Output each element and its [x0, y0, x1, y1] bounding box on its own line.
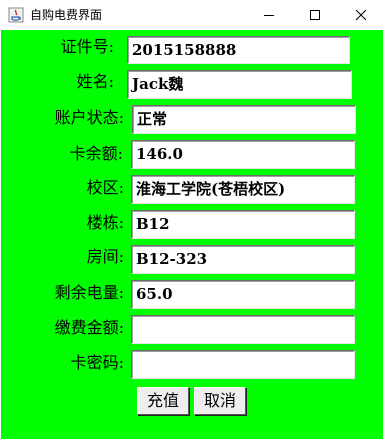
maximize-icon — [310, 10, 320, 20]
maximize-button[interactable] — [292, 0, 338, 30]
app-window: 自购电费界面 证件号: 2015158888 姓名: Jack魏 账户状态: 正… — [0, 0, 384, 440]
building-field[interactable]: B12 — [131, 210, 355, 239]
account-status-label: 账户状态: — [54, 108, 124, 127]
campus-label: 校区: — [86, 178, 124, 197]
payment-amount-input[interactable] — [131, 315, 355, 344]
room-field[interactable]: B12-323 — [131, 245, 355, 274]
window-title: 自购电费界面 — [30, 8, 103, 22]
payment-amount-label: 缴费金额: — [54, 318, 124, 337]
id-number-label: 证件号: — [60, 37, 114, 56]
room-label: 房间: — [86, 247, 124, 266]
close-icon — [355, 9, 367, 21]
cancel-button[interactable]: 取消 — [194, 387, 246, 415]
card-password-input[interactable] — [131, 350, 355, 379]
recharge-button[interactable]: 充值 — [137, 387, 189, 415]
building-label: 楼栋: — [86, 213, 124, 232]
form-panel: 证件号: 2015158888 姓名: Jack魏 账户状态: 正常 卡余额: … — [1, 30, 383, 439]
name-label: 姓名: — [76, 72, 114, 91]
id-number-field[interactable]: 2015158888 — [127, 36, 350, 64]
remaining-power-label: 剩余电量: — [54, 283, 124, 302]
java-app-icon — [8, 7, 24, 23]
campus-field[interactable]: 淮海工学院(苍梧校区) — [131, 175, 355, 204]
card-password-label: 卡密码: — [70, 353, 124, 372]
remaining-power-field[interactable]: 65.0 — [131, 280, 355, 309]
account-status-field[interactable]: 正常 — [132, 105, 356, 134]
close-button[interactable] — [338, 0, 384, 30]
minimize-icon — [264, 15, 274, 16]
minimize-button[interactable] — [246, 0, 292, 30]
card-balance-field[interactable]: 146.0 — [131, 140, 355, 169]
title-bar[interactable]: 自购电费界面 — [0, 0, 384, 30]
name-field[interactable]: Jack魏 — [127, 70, 352, 99]
card-balance-label: 卡余额: — [69, 144, 123, 163]
